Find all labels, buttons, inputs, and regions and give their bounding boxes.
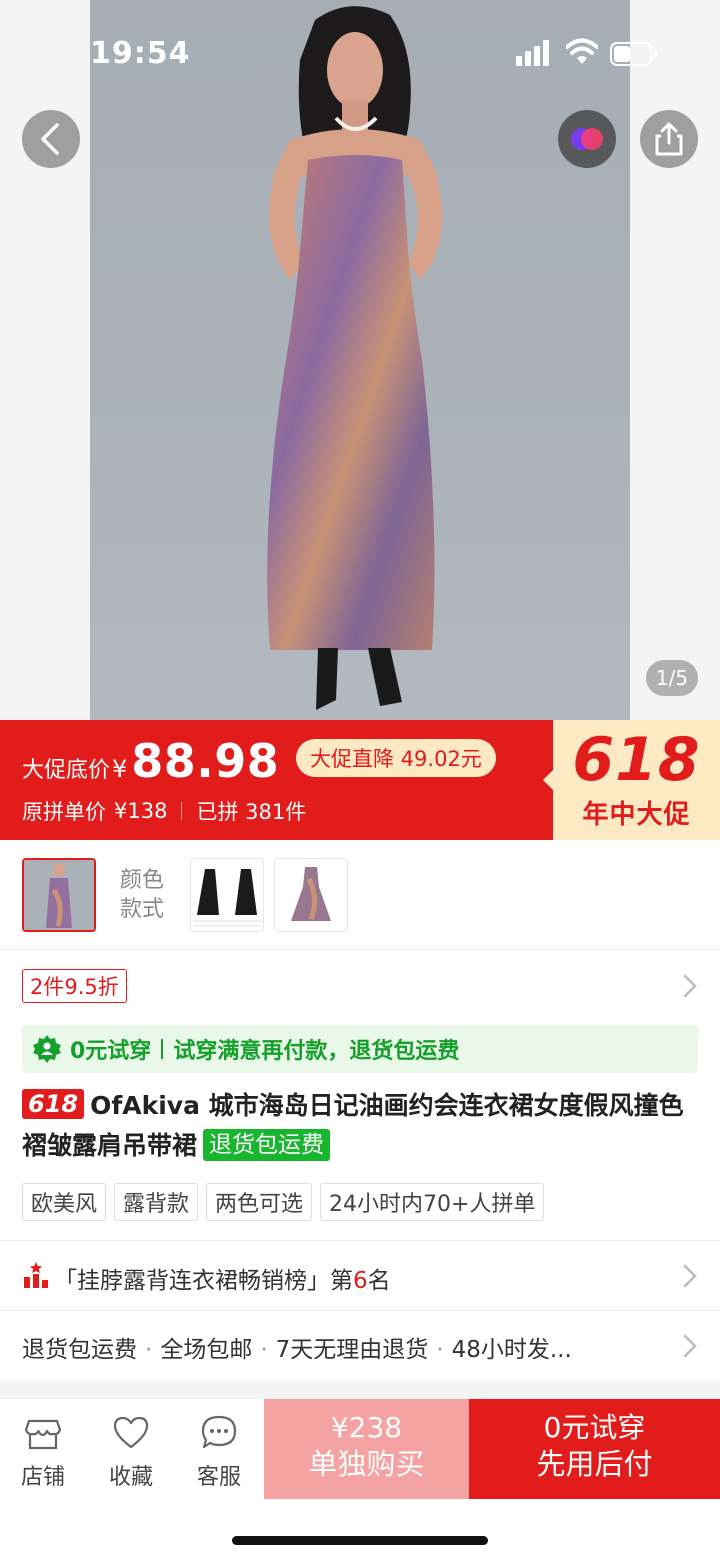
try-first-pay-later-button[interactable]: 0元试穿 先用后付 (469, 1399, 720, 1499)
badge-618: 618 (22, 1089, 85, 1119)
signal-icon (516, 40, 549, 66)
solo-price: ¥238 (330, 1411, 403, 1444)
tag-backless: 露背款 (114, 1183, 199, 1221)
buy-alone-button[interactable]: ¥238 单独购买 (264, 1399, 469, 1499)
ranking-number: 6 (353, 1268, 368, 1294)
event-number: 618 (572, 725, 701, 795)
trial-icon (33, 1035, 61, 1063)
product-photo[interactable] (90, 0, 630, 720)
status-bar: 19:54 (0, 0, 720, 100)
sold-count: 已拼 381件 (196, 800, 307, 824)
original-price: ¥138 (114, 799, 168, 823)
rank-icon (24, 1262, 48, 1288)
event-banner-618[interactable]: 618 年中大促 (543, 720, 720, 840)
currency-symbol: ¥ (112, 755, 128, 783)
chat-icon (201, 1415, 237, 1449)
free-return-badge: 退货包运费 (203, 1129, 331, 1161)
variant-label-color: 颜色 (119, 868, 164, 893)
ranking-row[interactable]: 「挂脖露背连衣裙畅销榜」第6名 (0, 1240, 720, 1310)
service-guarantees-row[interactable]: 退货包运费 · 全场包邮 · 7天无理由退货 · 48小时发... (0, 1310, 720, 1380)
model-illustration (267, 6, 443, 710)
favorite-label: 收藏 (108, 1465, 153, 1490)
original-price-row: 原拼单价 ¥138 已拼 381件 (22, 796, 306, 826)
service-item: 7天无理由退货 (275, 1337, 429, 1363)
trial-divider (161, 1039, 164, 1059)
variant-label[interactable]: 颜色 款式 (114, 866, 170, 924)
event-title: 年中大促 (582, 800, 691, 830)
variant-selector: 颜色 款式 (0, 840, 720, 950)
store-button[interactable]: 店铺 (8, 1413, 78, 1491)
price-drop-badge: 大促直降 49.02元 (296, 739, 496, 777)
variant-thumb-selected[interactable] (22, 858, 96, 932)
back-icon (41, 123, 59, 155)
promo-price: 88.98 (131, 734, 280, 788)
service-item: 48小时发... (451, 1337, 572, 1363)
variant-image (275, 859, 347, 931)
favorite-button[interactable]: 收藏 (96, 1413, 166, 1491)
solo-label: 单独购买 (308, 1447, 425, 1481)
battery-icon (610, 42, 657, 66)
chevron-right-icon (683, 1264, 697, 1288)
product-gallery[interactable]: 19:54 1/5 (0, 0, 720, 720)
tag-colors: 两色可选 (206, 1183, 313, 1221)
customer-service-label: 客服 (196, 1465, 241, 1490)
trial-button-line2: 先用后付 (536, 1447, 653, 1481)
home-indicator[interactable] (232, 1536, 488, 1545)
back-button[interactable] (22, 110, 80, 168)
ranking-suffix: 名 (367, 1268, 391, 1294)
promo-price-band: 大促底价 ¥ 88.98 大促直降 49.02元 原拼单价 ¥138 已拼 38… (0, 720, 720, 840)
variant-label-style: 款式 (119, 897, 164, 922)
store-icon (24, 1419, 62, 1450)
promo-price-section: 大促底价 ¥ 88.98 大促直降 49.02元 原拼单价 ¥138 已拼 38… (0, 720, 555, 840)
clock: 19:54 (90, 36, 191, 71)
variant-image (191, 859, 263, 931)
product-title-text: OfAkiva 城市海岛日记油画约会连衣裙女度假风撞色褶皱露肩吊带裙 (22, 1091, 684, 1160)
chevron-right-icon (683, 974, 697, 998)
ranking-prefix: 「挂脖露背连衣裙畅销榜」第 (54, 1268, 353, 1294)
separator-dot: · (436, 1337, 444, 1363)
separator-dot: · (145, 1337, 153, 1363)
price-label: 大促底价 (22, 758, 111, 783)
ai-color-icon (571, 128, 603, 150)
discount-tag: 2件9.5折 (22, 969, 127, 1003)
ai-tryon-button[interactable] (558, 110, 616, 168)
variant-thumb-black[interactable] (190, 858, 264, 932)
promo-price-row: 大促底价 ¥ 88.98 (22, 734, 279, 790)
banner-notch (543, 770, 553, 790)
variant-image (24, 860, 94, 930)
trial-button-line1: 0元试穿 (543, 1411, 646, 1444)
tag-style: 欧美风 (22, 1183, 107, 1221)
ranking-text: 「挂脖露背连衣裙畅销榜」第6名 (54, 1261, 391, 1295)
service-item: 退货包运费 (22, 1337, 137, 1363)
product-title: 618 OfAkiva 城市海岛日记油画约会连衣裙女度假风撞色褶皱露肩吊带裙 退货包… (22, 1086, 702, 1166)
tag-group-buy: 24小时内70+人拼单 (320, 1183, 545, 1221)
share-icon (655, 122, 683, 156)
heart-icon (113, 1416, 149, 1449)
store-label: 店铺 (20, 1465, 65, 1490)
discount-row[interactable]: 2件9.5折 (0, 950, 720, 1022)
product-tags: 欧美风 露背款 两色可选 24小时内70+人拼单 (22, 1183, 545, 1221)
service-list: 退货包运费 · 全场包邮 · 7天无理由退货 · 48小时发... (22, 1330, 672, 1364)
share-button[interactable] (640, 110, 698, 168)
trial-title: 0元试穿 (70, 1039, 152, 1064)
separator-dot: · (260, 1337, 268, 1363)
variant-thumb-pattern[interactable] (274, 858, 348, 932)
customer-service-button[interactable]: 客服 (184, 1413, 254, 1491)
trial-detail: 试穿满意再付款，退货包运费 (173, 1039, 460, 1064)
section-spacer (0, 1380, 720, 1398)
original-price-label: 原拼单价 (22, 800, 106, 824)
wifi-icon (566, 38, 598, 64)
image-counter: 1/5 (646, 660, 698, 696)
divider (181, 802, 183, 820)
service-item: 全场包邮 (160, 1337, 253, 1363)
chevron-right-icon (683, 1334, 697, 1358)
free-trial-banner[interactable]: 0元试穿 试穿满意再付款，退货包运费 (22, 1025, 698, 1073)
bottom-action-bar: 店铺 收藏 客服 ¥238 单独购买 0元试穿 先用后付 (0, 1398, 720, 1499)
